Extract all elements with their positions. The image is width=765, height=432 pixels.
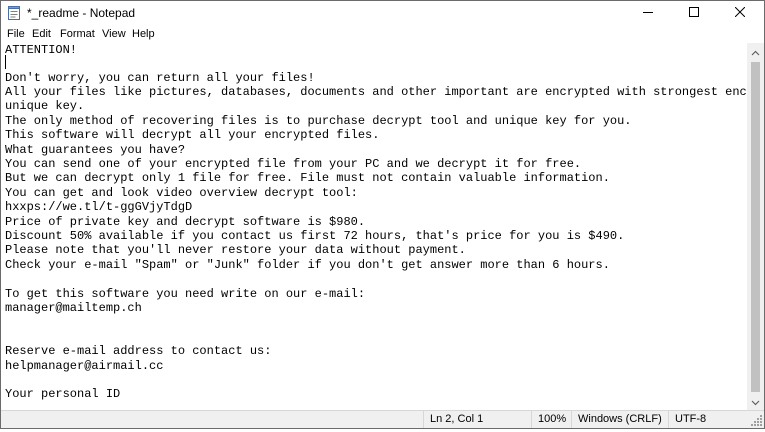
status-encoding: UTF-8 bbox=[668, 411, 748, 428]
text-line: hxxps://we.tl/t-ggGVjyTdgD bbox=[5, 200, 193, 214]
text-line: All your files like pictures, databases,… bbox=[5, 85, 747, 99]
vertical-scrollbar[interactable] bbox=[747, 43, 764, 410]
text-line: Check your e-mail "Spam" or "Junk" folde… bbox=[5, 258, 610, 272]
text-line: This software will decrypt all your encr… bbox=[5, 128, 380, 142]
text-line: You can send one of your encrypted file … bbox=[5, 157, 582, 171]
resize-grip-icon[interactable] bbox=[749, 412, 763, 427]
text-line: You can get and look video overview decr… bbox=[5, 186, 358, 200]
maximize-icon bbox=[689, 4, 699, 22]
text-line: But we can decrypt only 1 file for free.… bbox=[5, 171, 610, 185]
menu-bar: File Edit Format View Help bbox=[1, 25, 764, 43]
text-line: To get this software you need write on o… bbox=[5, 287, 366, 301]
notepad-icon[interactable] bbox=[8, 6, 21, 20]
notepad-window: *_readme - Notepad File Edit Format View… bbox=[0, 0, 765, 429]
scroll-up-button[interactable] bbox=[747, 43, 764, 60]
menu-file[interactable]: File bbox=[7, 27, 25, 41]
text-line: manager@mailtemp.ch bbox=[5, 301, 142, 315]
chevron-up-icon bbox=[751, 43, 760, 61]
status-line-ending: Windows (CRLF) bbox=[571, 411, 668, 428]
menu-format[interactable]: Format bbox=[60, 27, 95, 41]
close-icon bbox=[734, 4, 746, 22]
minimize-button[interactable] bbox=[625, 1, 671, 25]
menu-help[interactable]: Help bbox=[132, 27, 155, 41]
text-line: ATTENTION! bbox=[5, 43, 78, 57]
text-line: Please note that you'll never restore yo… bbox=[5, 243, 466, 257]
menu-view[interactable]: View bbox=[102, 27, 126, 41]
text-line: helpmanager@airmail.cc bbox=[5, 359, 164, 373]
title-bar[interactable]: *_readme - Notepad bbox=[1, 1, 764, 25]
text-line: Reserve e-mail address to contact us: bbox=[5, 344, 272, 358]
minimize-icon bbox=[643, 4, 653, 22]
close-button[interactable] bbox=[717, 1, 763, 25]
window-title: *_readme - Notepad bbox=[27, 6, 136, 20]
text-line: What guarantees you have? bbox=[5, 143, 186, 157]
text-line: Don't worry, you can return all your fil… bbox=[5, 71, 315, 85]
text-line: The only method of recovering files is t… bbox=[5, 114, 632, 128]
status-cursor-position: Ln 2, Col 1 bbox=[423, 411, 531, 428]
text-line: Your personal ID bbox=[5, 387, 121, 401]
text-caret bbox=[5, 55, 6, 69]
scroll-down-button[interactable] bbox=[747, 393, 764, 410]
chevron-down-icon bbox=[751, 393, 760, 411]
text-line: Price of private key and decrypt softwar… bbox=[5, 215, 366, 229]
maximize-button[interactable] bbox=[671, 1, 717, 25]
menu-edit[interactable]: Edit bbox=[32, 27, 51, 41]
status-zoom: 100% bbox=[531, 411, 571, 428]
text-editor[interactable]: ATTENTION! Don't worry, you can return a… bbox=[1, 43, 747, 410]
status-bar: Ln 2, Col 1 100% Windows (CRLF) UTF-8 bbox=[1, 410, 764, 428]
scroll-thumb[interactable] bbox=[751, 62, 760, 392]
text-line: Discount 50% available if you contact us… bbox=[5, 229, 625, 243]
text-line: unique key. bbox=[5, 99, 85, 113]
